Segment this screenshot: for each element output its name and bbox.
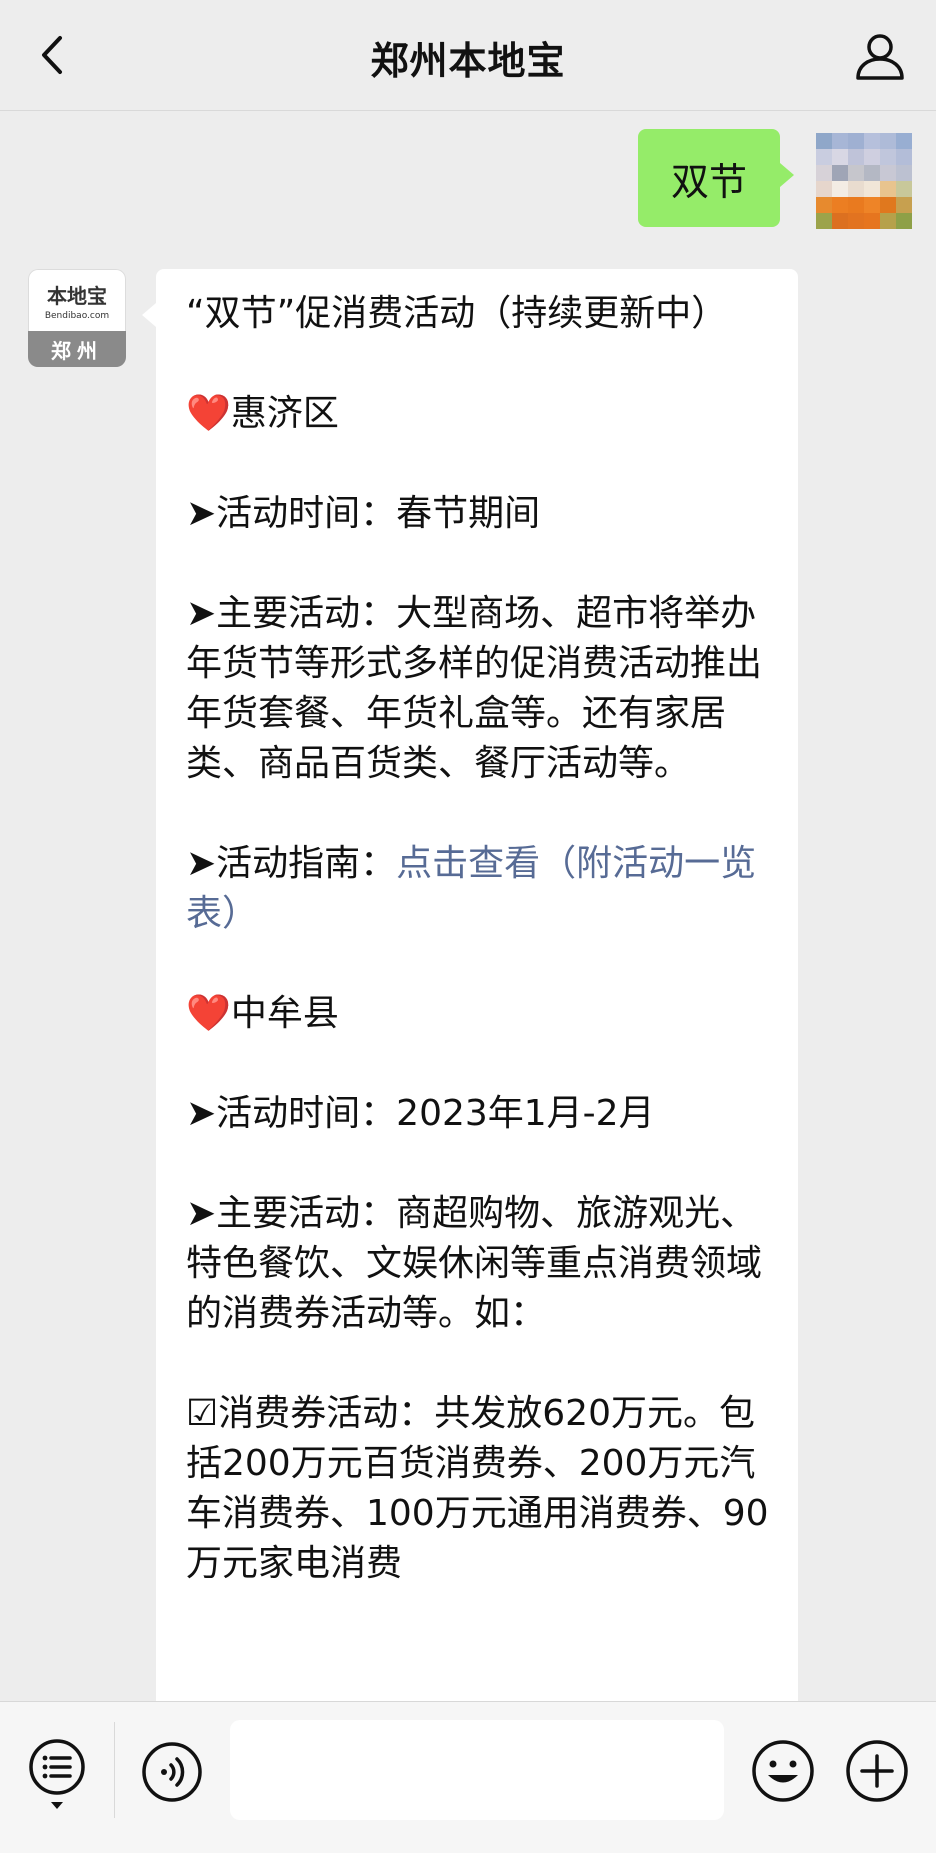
avatar-brand: 本地宝 (47, 283, 107, 308)
avatar-domain: Bendibao.com (44, 310, 110, 321)
official-account-avatar[interactable]: 本地宝 Bendibao.com 郑州 (28, 269, 126, 367)
my-message-text: 双节 (670, 159, 747, 204)
main-activities: ➤主要活动：大型商场、超市将举办年货节等形式多样的促消费活动推出年货套餐、年货礼… (186, 593, 763, 784)
my-message-bubble[interactable]: 双节 (638, 129, 794, 227)
activity-time: ➤活动时间：2023年1月-2月 (186, 1093, 655, 1134)
input-bar (0, 1701, 936, 1853)
heart-icon: ❤️ (186, 993, 231, 1034)
my-avatar[interactable] (816, 133, 912, 229)
bot-message-bubble[interactable]: “双节”促消费活动（持续更新中） ❤️惠济区 ➤活动时间：春节期间 ➤主要活动：… (142, 269, 798, 1701)
district-name: 中牟县 (230, 993, 339, 1034)
coupon-activity: ☑消费券活动：共发放620万元。包括200万元百货消费券、200万元汽车消费券、… (186, 1393, 769, 1584)
voice-icon[interactable] (140, 1740, 204, 1804)
emoji-icon[interactable] (750, 1738, 816, 1804)
message-title: “双节”促消费活动（持续更新中） (186, 293, 728, 334)
district-heading: ❤️惠济区 (186, 389, 770, 439)
plus-icon[interactable] (844, 1738, 910, 1804)
activity-guide: ➤活动指南：点击查看（附活动一览表） (186, 839, 770, 939)
main-activities: ➤主要活动：商超购物、旅游观光、特色餐饮、文娱休闲等重点消费领域的消费券活动等。… (186, 1193, 763, 1334)
avatar-city: 郑州 (28, 331, 126, 367)
guide-label: ➤活动指南： (186, 843, 397, 884)
message-input[interactable] (230, 1720, 724, 1820)
chat-header: 郑州本地宝 (0, 0, 936, 111)
district-heading: ❤️中牟县 (186, 989, 770, 1039)
chat-area[interactable]: 双节 本地宝 Bendibao.com 郑州 “双节”促消费活动（持续更新中） … (0, 111, 936, 1701)
chat-title: 郑州本地宝 (370, 39, 566, 83)
activity-time: ➤活动时间：春节期间 (186, 493, 541, 534)
heart-icon: ❤️ (186, 393, 231, 434)
list-menu-icon[interactable] (26, 1736, 88, 1814)
divider (114, 1722, 115, 1818)
person-icon[interactable] (852, 28, 908, 84)
district-name: 惠济区 (230, 393, 339, 434)
